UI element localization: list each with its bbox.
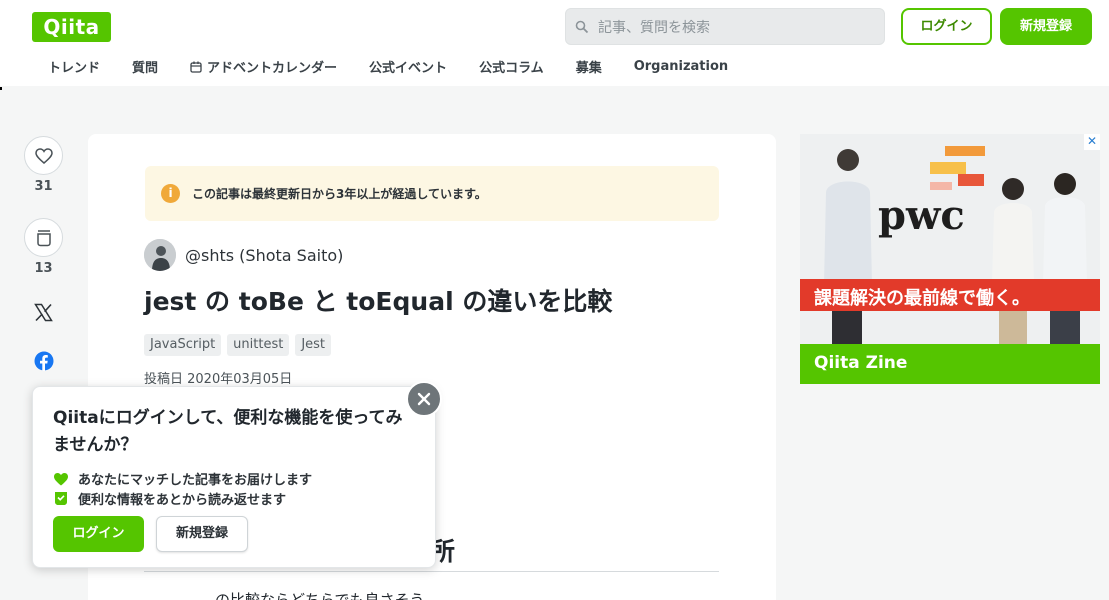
stock-button[interactable] xyxy=(24,218,63,257)
info-icon: i xyxy=(161,184,180,203)
site-header: Qiita 記事、質問を検索 ログイン 新規登録 トレンド 質問 アドベントカレ… xyxy=(0,0,1109,86)
popup-title: Qiitaにログインして、便利な機能を使ってみませんか？ xyxy=(53,408,403,455)
stock-filled-icon xyxy=(55,492,67,505)
popup-feature-2-text: 便利な情報をあとから読み返せます xyxy=(78,493,287,508)
login-button[interactable]: ログイン xyxy=(901,8,992,45)
nav-official-events-label: 公式イベント xyxy=(369,61,448,76)
tag-javascript[interactable]: JavaScript xyxy=(144,334,222,356)
ad-catch-text: 課題解決の最前線で働く。 xyxy=(814,288,1030,309)
qiita-logo[interactable]: Qiita xyxy=(32,12,111,42)
outdated-notice-text: この記事は最終更新日から3年以上が経過しています。 xyxy=(192,187,487,201)
author-avatar[interactable] xyxy=(144,239,176,271)
search-icon xyxy=(575,20,589,34)
nav-official-columns[interactable]: 公式コラム xyxy=(479,57,544,76)
advertisement[interactable]: pwc 課題解決の最前線で働く。 Qiita Zine ✕ xyxy=(800,134,1100,384)
nav-trend[interactable]: トレンド xyxy=(48,57,100,76)
author-info[interactable]: @shts (Shota Saito) xyxy=(144,239,343,271)
popup-login-button[interactable]: ログイン xyxy=(53,516,144,552)
like-count: 31 xyxy=(34,179,53,194)
x-share-icon[interactable] xyxy=(34,303,53,322)
nav-organization-label: Organization xyxy=(633,59,729,74)
nav-official-events[interactable]: 公式イベント xyxy=(369,57,447,76)
nav-advent-calendar-label: アドベントカレンダー xyxy=(207,61,338,76)
stock-icon xyxy=(36,229,51,246)
heart-filled-icon xyxy=(54,472,68,485)
popup-feature-1: あなたにマッチした記事をお届けします xyxy=(53,469,312,488)
tag-jest[interactable]: Jest xyxy=(295,334,332,356)
popup-feature-1-text: あなたにマッチした記事をお届けします xyxy=(78,473,313,488)
ad-close-icon[interactable]: ✕ xyxy=(1084,134,1100,150)
article-title: jest の toBe と toEqual の違いを比較 xyxy=(144,287,613,316)
popup-feature-2: 便利な情報をあとから読み返せます xyxy=(53,489,286,508)
stock-count: 13 xyxy=(34,261,53,276)
text-cursor-mark xyxy=(0,87,2,90)
search-placeholder: 記事、質問を検索 xyxy=(598,20,710,36)
popup-close-button[interactable] xyxy=(406,381,442,417)
calendar-icon xyxy=(190,61,202,73)
posted-date: 投稿日 2020年03月05日 xyxy=(144,372,293,387)
heart-icon xyxy=(34,147,53,164)
ad-brand-logo: pwc xyxy=(878,192,965,239)
main-nav: トレンド 質問 アドベントカレンダー 公式イベント 公式コラム 募集 Organ… xyxy=(48,57,760,76)
nav-questions[interactable]: 質問 xyxy=(132,57,158,76)
author-name[interactable]: @shts (Shota Saito) xyxy=(185,246,343,265)
nav-recruitment-label: 募集 xyxy=(575,61,602,76)
outdated-notice: i この記事は最終更新日から3年以上が経過しています。 xyxy=(145,166,719,221)
nav-official-columns-label: 公式コラム xyxy=(479,61,544,76)
tag-list: JavaScript unittest Jest xyxy=(144,334,337,356)
nav-organization[interactable]: Organization xyxy=(634,57,728,76)
search-input[interactable]: 記事、質問を検索 xyxy=(565,8,885,45)
tag-unittest[interactable]: unittest xyxy=(227,334,290,356)
ad-footer-text: Qiita Zine xyxy=(814,353,908,373)
nav-questions-label: 質問 xyxy=(132,61,159,76)
signup-button[interactable]: 新規登録 xyxy=(1000,8,1092,45)
close-icon xyxy=(417,392,431,406)
nav-advent-calendar[interactable]: アドベントカレンダー xyxy=(190,57,337,76)
body-text-partial: …の比較ならどちらでも良さそう xyxy=(200,591,425,600)
login-prompt-popup: Qiitaにログインして、便利な機能を使ってみませんか？ あなたにマッチした記事… xyxy=(32,386,436,568)
popup-signup-button[interactable]: 新規登録 xyxy=(156,516,248,552)
nav-trend-label: トレンド xyxy=(48,61,101,76)
heading-divider xyxy=(144,571,719,572)
facebook-share-icon[interactable] xyxy=(34,351,54,371)
like-button[interactable] xyxy=(24,136,63,175)
nav-recruitment[interactable]: 募集 xyxy=(576,57,602,76)
avatar-image-icon xyxy=(144,239,176,271)
